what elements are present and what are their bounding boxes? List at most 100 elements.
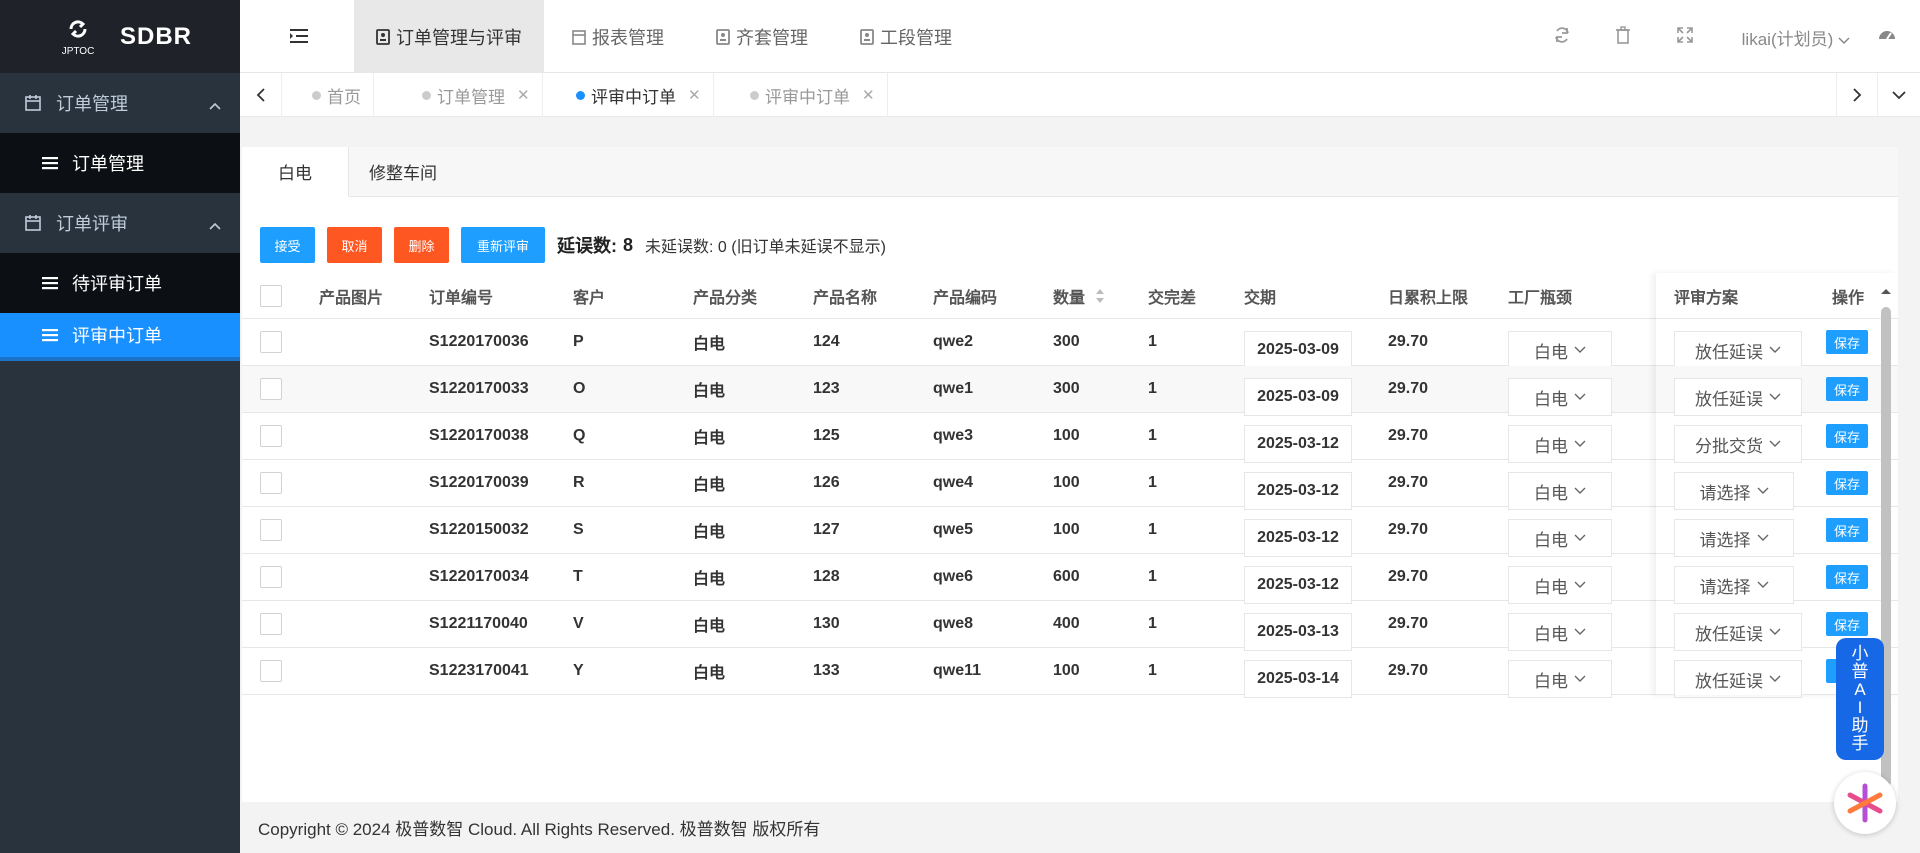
table-row[interactable]: S1220150032 S 白电 127 qwe5 100 1 29.70 2025-03-12… <box>242 507 1898 557</box>
factory-select[interactable]: 白电 <box>1508 378 1612 416</box>
nav-tab-section[interactable]: 工段管理 <box>838 0 974 73</box>
tag-home[interactable]: 首页 <box>282 73 374 117</box>
table-row[interactable]: S1220170038 Q 白电 125 qwe3 100 1 29.70 2025-03-12… <box>242 413 1898 463</box>
row-checkbox[interactable] <box>260 566 282 588</box>
factory-select[interactable]: 白电 <box>1508 566 1612 604</box>
sidebar-item-pending-review[interactable]: 待评审订单 <box>0 253 240 313</box>
date-input[interactable]: 2025-03-09 <box>1244 378 1352 416</box>
menu-group-order-management[interactable]: 订单管理 <box>0 73 240 133</box>
menu-group-order-review[interactable]: 订单评审 <box>0 193 240 253</box>
date-input[interactable]: 2025-03-12 <box>1244 425 1352 463</box>
row-checkbox[interactable] <box>260 519 282 541</box>
sidebar-item-in-review[interactable]: 评审中订单 <box>0 313 240 361</box>
row-checkbox[interactable] <box>260 331 282 353</box>
nav-tab-kitting[interactable]: 齐套管理 <box>694 0 830 73</box>
select-all-checkbox[interactable] <box>260 284 282 307</box>
review-panel: 白电 修整车间 接受 取消 删除 重新评审 延误数: 8 未延误数: 0 (旧订… <box>242 147 1898 802</box>
date-input[interactable]: 2025-03-09 <box>1244 331 1352 369</box>
subtab-label: 修整车间 <box>369 164 437 183</box>
row-checkbox[interactable] <box>260 425 282 447</box>
select-all-cell <box>260 273 282 318</box>
header-date: 交期 <box>1244 289 1277 307</box>
table-row[interactable]: S1220170034 T 白电 128 qwe6 600 1 29.70 2025-03-12… <box>242 554 1898 604</box>
app-title: SDBR <box>120 22 193 50</box>
close-icon[interactable]: ✕ <box>862 86 875 104</box>
tag-label: 订单管理 <box>437 87 505 107</box>
table-row[interactable]: S1220170033 O 白电 123 qwe1 300 1 29.70 2025-03-09… <box>242 366 1898 416</box>
table-row[interactable]: S1220170036 P 白电 124 qwe2 300 1 29.70 2025-03-09… <box>242 319 1898 369</box>
tag-in-review[interactable]: 评审中订单 ✕ <box>730 73 888 117</box>
assistant-char: 手 <box>1851 734 1869 753</box>
cell-diff: 1 <box>1148 568 1157 585</box>
cell-limit: 29.70 <box>1388 380 1429 397</box>
factory-select[interactable]: 白电 <box>1508 425 1612 463</box>
cell-name: 133 <box>813 662 840 679</box>
trash-icon[interactable] <box>1615 26 1631 49</box>
cell-diff: 1 <box>1148 380 1157 397</box>
ai-assistant-logo[interactable] <box>1834 772 1896 834</box>
nav-tab-label: 报表管理 <box>592 27 664 48</box>
fullscreen-icon[interactable] <box>1676 26 1694 49</box>
cell-diff: 1 <box>1148 662 1157 679</box>
cell-code: qwe11 <box>933 662 982 679</box>
close-icon[interactable]: ✕ <box>688 86 701 104</box>
ai-assistant-button[interactable]: 小普AI助手 <box>1836 638 1884 760</box>
table-row[interactable]: S1220170039 R 白电 126 qwe4 100 1 29.70 2025-03-12… <box>242 460 1898 510</box>
dashboard-icon[interactable] <box>1878 26 1896 49</box>
refresh-icon[interactable] <box>1553 26 1571 49</box>
factory-cell: 白电 <box>1508 601 1612 651</box>
subtab-baidian[interactable]: 白电 <box>242 147 349 197</box>
accept-button[interactable]: 接受 <box>260 227 315 263</box>
factory-select[interactable]: 白电 <box>1508 660 1612 698</box>
header-customer: 客户 <box>573 289 606 307</box>
user-menu[interactable]: likai(计划员) <box>1742 25 1850 50</box>
scroll-up-icon[interactable] <box>1880 287 1892 295</box>
header-qty-sortable[interactable]: 数量 <box>1053 273 1105 318</box>
cell-order: S1223170041 <box>429 662 529 679</box>
rereview-button[interactable]: 重新评审 <box>461 227 545 263</box>
row-checkbox[interactable] <box>260 472 282 494</box>
date-input[interactable]: 2025-03-14 <box>1244 660 1352 698</box>
sort-icon[interactable] <box>1095 288 1105 304</box>
cancel-button[interactable]: 取消 <box>327 227 382 263</box>
factory-select[interactable]: 白电 <box>1508 472 1612 510</box>
subtab-repair-workshop[interactable]: 修整车间 <box>349 147 473 196</box>
cell-diff: 1 <box>1148 615 1157 632</box>
date-input[interactable]: 2025-03-12 <box>1244 472 1352 510</box>
factory-value: 白电 <box>1534 671 1568 691</box>
row-checkbox[interactable] <box>260 378 282 400</box>
nav-tab-reports[interactable]: 报表管理 <box>550 0 686 73</box>
header-limit: 日累积上限 <box>1388 289 1469 307</box>
factory-select[interactable]: 白电 <box>1508 519 1612 557</box>
table-row[interactable]: S1221170040 V 白电 130 qwe8 400 1 29.70 2025-03-13… <box>242 601 1898 651</box>
sidebar-item-order-management[interactable]: 订单管理 <box>0 133 240 193</box>
tags-scroll-right-button[interactable] <box>1836 73 1878 117</box>
cell-category: 白电 <box>693 524 726 541</box>
row-checkbox[interactable] <box>260 660 282 682</box>
date-input[interactable]: 2025-03-12 <box>1244 566 1352 604</box>
table-row[interactable]: S1223170041 Y 白电 133 qwe11 100 1 29.70 2025-03-1… <box>242 648 1898 698</box>
delete-button[interactable]: 删除 <box>394 227 449 263</box>
menu-toggle-icon[interactable] <box>290 28 308 49</box>
date-input[interactable]: 2025-03-12 <box>1244 519 1352 557</box>
cell-code: qwe8 <box>933 615 974 632</box>
date-cell: 2025-03-12 <box>1244 413 1352 463</box>
footer: Copyright © 2024 极普数智 Cloud. All Rights … <box>240 802 1920 853</box>
cell-qty: 100 <box>1053 474 1080 491</box>
list-icon <box>42 276 58 290</box>
factory-select[interactable]: 白电 <box>1508 613 1612 651</box>
row-checkbox[interactable] <box>260 613 282 635</box>
tags-dropdown-button[interactable] <box>1878 73 1920 117</box>
tag-order-management[interactable]: 订单管理 ✕ <box>402 73 543 117</box>
user-name: likai(计划员) <box>1741 30 1834 49</box>
cell-limit: 29.70 <box>1388 615 1429 632</box>
cell-category: 白电 <box>693 477 726 494</box>
close-icon[interactable]: ✕ <box>517 86 530 104</box>
delay-count: 8 <box>623 234 634 255</box>
nav-tab-order-review[interactable]: 订单管理与评审 <box>354 0 544 73</box>
tags-scroll-left-button[interactable] <box>240 73 282 117</box>
factory-select[interactable]: 白电 <box>1508 331 1612 369</box>
date-input[interactable]: 2025-03-13 <box>1244 613 1352 651</box>
tag-in-review-active[interactable]: 评审中订单 ✕ <box>560 73 714 117</box>
tag-dot <box>312 90 321 100</box>
